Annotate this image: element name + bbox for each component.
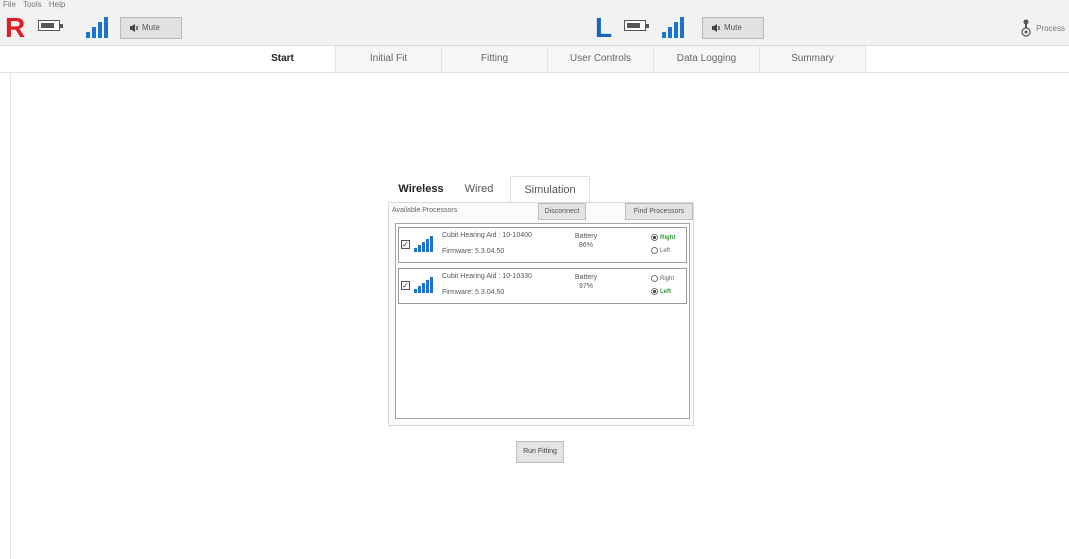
- speaker-muted-icon: [712, 24, 721, 32]
- right-mute-button[interactable]: Mute: [120, 17, 182, 39]
- processor-battery: Battery 86%: [571, 232, 601, 250]
- radio-right[interactable]: [651, 275, 658, 282]
- processor-status[interactable]: Process: [1020, 19, 1065, 37]
- processor-row[interactable]: ✓ Cubit Hearing Aid : 10-10400 Firmware:…: [398, 227, 687, 263]
- left-signal-icon: [662, 14, 684, 38]
- side-left-option[interactable]: Left: [651, 247, 670, 254]
- left-ear-indicator: L: [595, 12, 613, 43]
- tab-initial-fit[interactable]: Initial Fit: [336, 46, 442, 72]
- left-battery-icon: [624, 20, 649, 31]
- battery-value: 86%: [578, 242, 593, 249]
- processor-checkbox[interactable]: ✓: [401, 240, 410, 249]
- content-divider: [10, 72, 11, 559]
- tab-data-logging[interactable]: Data Logging: [654, 46, 760, 72]
- tab-summary[interactable]: Summary: [760, 46, 866, 72]
- find-processors-button[interactable]: Find Processors: [625, 203, 693, 220]
- radio-left[interactable]: [651, 247, 658, 254]
- processor-name: Cubit Hearing Aid : 10-10330: [442, 273, 532, 280]
- processor-row[interactable]: ✓ Cubit Hearing Aid : 10-10330 Firmware:…: [398, 268, 687, 304]
- tab-wireless[interactable]: Wireless: [390, 176, 452, 202]
- right-battery-icon: [38, 20, 63, 31]
- processor-name: Cubit Hearing Aid : 10-10400: [442, 232, 532, 239]
- battery-value: 97%: [578, 283, 593, 290]
- tab-simulation[interactable]: Simulation: [510, 176, 590, 202]
- processor-firmware: Firmware: 5.3.04.50: [442, 289, 505, 296]
- tab-fitting[interactable]: Fitting: [442, 46, 548, 72]
- radio-left[interactable]: [651, 288, 658, 295]
- left-mute-button[interactable]: Mute: [702, 17, 764, 39]
- main-tab-bar: Start Initial Fit Fitting User Controls …: [0, 46, 1069, 73]
- processor-icon: [1021, 19, 1031, 37]
- radio-right[interactable]: [651, 234, 658, 241]
- right-ear-indicator: R: [5, 12, 26, 43]
- processor-firmware: Firmware: 5.3.04.50: [442, 248, 505, 255]
- tab-wired[interactable]: Wired: [456, 176, 502, 202]
- right-mute-label: Mute: [142, 23, 160, 32]
- available-processors-label: Available Processors: [392, 207, 458, 214]
- disconnect-button[interactable]: Disconnect: [538, 203, 586, 220]
- signal-strength-icon: [414, 277, 433, 293]
- menu-help[interactable]: Help: [49, 0, 65, 9]
- tab-user-controls[interactable]: User Controls: [548, 46, 654, 72]
- side-left-option[interactable]: Left: [651, 288, 671, 295]
- right-signal-icon: [86, 14, 108, 38]
- speaker-muted-icon: [130, 24, 139, 32]
- left-mute-label: Mute: [724, 23, 742, 32]
- menu-bar: File Tools Help: [3, 0, 70, 9]
- processor-list: ✓ Cubit Hearing Aid : 10-10400 Firmware:…: [395, 223, 690, 419]
- top-status-bar: File Tools Help R Mute L Mute Process: [0, 0, 1069, 46]
- battery-label: Battery: [574, 233, 598, 240]
- battery-label: Battery: [574, 274, 598, 281]
- processor-battery: Battery 97%: [571, 273, 601, 291]
- tab-start[interactable]: Start: [230, 46, 336, 72]
- menu-tools[interactable]: Tools: [23, 0, 42, 9]
- processor-checkbox[interactable]: ✓: [401, 281, 410, 290]
- side-right-option[interactable]: Right: [651, 275, 674, 282]
- signal-strength-icon: [414, 236, 433, 252]
- menu-file[interactable]: File: [3, 0, 16, 9]
- side-right-option[interactable]: Right: [651, 234, 675, 241]
- run-fitting-button[interactable]: Run Fitting: [516, 441, 564, 463]
- processor-label: Process: [1036, 23, 1065, 33]
